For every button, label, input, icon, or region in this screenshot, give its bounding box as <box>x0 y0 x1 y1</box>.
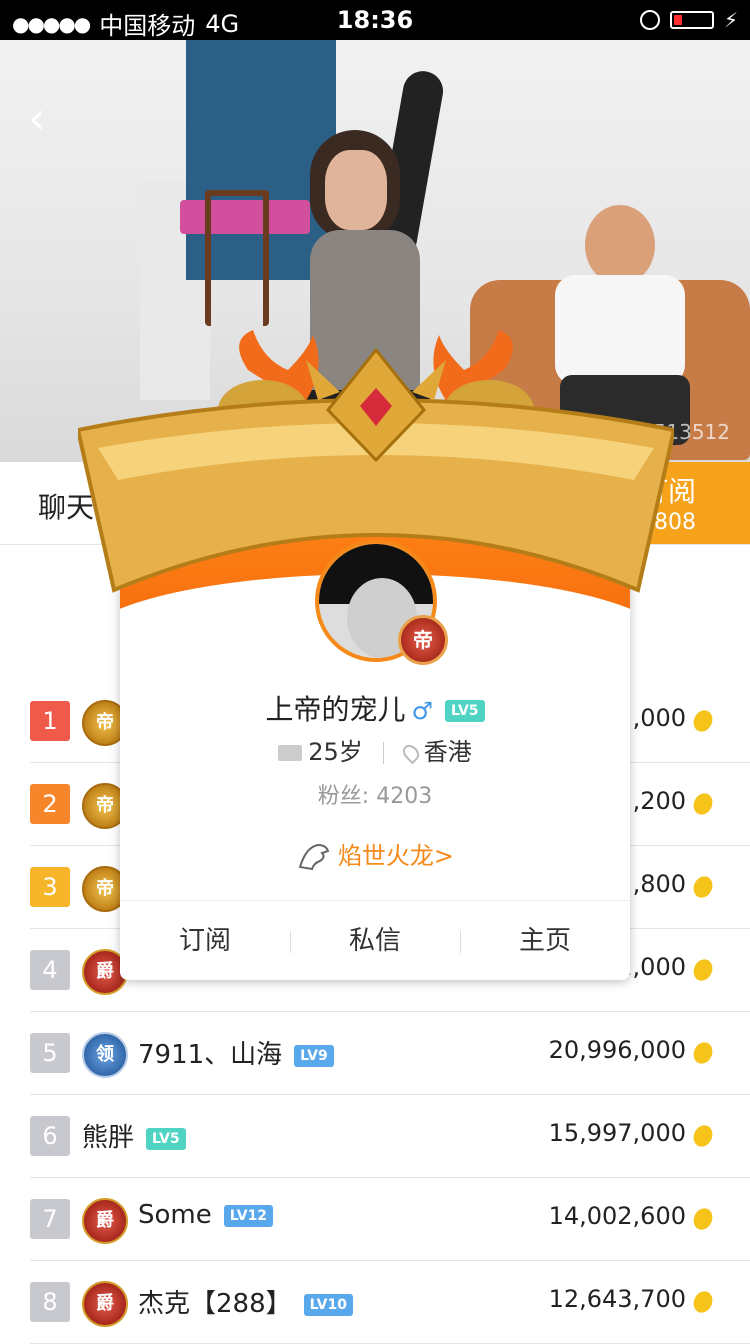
profile-card-frame: 帝 <box>78 330 674 980</box>
rank-score: 12,643,700 <box>548 1285 686 1313</box>
coin-icon <box>690 790 716 818</box>
rank-level-badge: LV10 <box>303 1293 353 1316</box>
dragon-icon <box>298 843 330 871</box>
profile-username: 上帝的宠儿 <box>265 693 406 726</box>
video-scene-chair <box>205 190 269 326</box>
rank-level-badge: LV5 <box>146 1127 186 1150</box>
rank-username-row: 杰克【288】 LV10 <box>138 1283 353 1320</box>
rank-number: 1 <box>30 701 70 741</box>
avatar-rank-badge: 帝 <box>398 615 448 665</box>
rank-number: 7 <box>30 1199 70 1239</box>
profile-fans: 粉丝: 4203 <box>317 784 433 809</box>
rank-score: 15,997,000 <box>548 1119 686 1147</box>
profile-info-row: 25岁 香港 <box>120 732 630 767</box>
rank-number: 5 <box>30 1033 70 1073</box>
age-icon <box>278 745 303 761</box>
rank-username: 杰克【288】 <box>138 1289 292 1319</box>
ranking-row[interactable]: 7 爵 Some LV12 14,002,600 <box>30 1178 750 1261</box>
male-icon: ♂ <box>411 697 433 725</box>
rotation-lock-icon <box>639 10 660 30</box>
action-subscribe-button[interactable]: 订阅 <box>120 901 290 981</box>
coin-icon <box>690 956 716 984</box>
rank-level-badge: LV12 <box>223 1204 274 1227</box>
rank-number: 4 <box>30 950 70 990</box>
rank-number: 8 <box>30 1282 70 1322</box>
profile-name-row: 上帝的宠儿 ♂ LV5 <box>120 688 630 728</box>
rank-badge-icon: 爵 <box>82 1198 128 1244</box>
rank-username: Some <box>138 1200 212 1230</box>
rank-level-badge: LV9 <box>294 1044 334 1067</box>
action-message-button[interactable]: 私信 <box>290 901 460 981</box>
coin-icon <box>690 1205 716 1233</box>
location-icon <box>399 741 423 765</box>
rank-badge-icon: 爵 <box>82 1281 128 1327</box>
status-right: ⚡ <box>639 8 738 32</box>
coin-icon <box>690 707 716 735</box>
rank-username: 熊胖 <box>82 1123 135 1153</box>
profile-actions: 订阅 私信 主页 <box>120 900 630 981</box>
profile-title-link[interactable]: 焰世火龙> <box>120 836 630 873</box>
profile-title: 焰世火龙> <box>337 842 455 870</box>
rank-number: 3 <box>30 867 70 907</box>
rank-username-row: 熊胖 LV5 <box>82 1117 186 1154</box>
rank-score: 20,996,000 <box>548 1036 686 1064</box>
rank-username: 7911、山海 <box>138 1040 283 1070</box>
coin-icon <box>690 1288 716 1316</box>
back-icon[interactable]: ‹ <box>28 97 58 141</box>
coin-icon <box>690 873 716 901</box>
rank-username-row: 7911、山海 LV9 <box>138 1034 334 1071</box>
ranking-row[interactable]: 8 爵杰克【288】 LV10 12,643,700 <box>30 1261 750 1344</box>
profile-location: 香港 <box>423 738 472 766</box>
clock: 18:36 <box>336 6 414 34</box>
ranking-row[interactable]: 6 熊胖 LV5 15,997,000 <box>30 1095 750 1178</box>
rank-score: 14,002,600 <box>548 1202 686 1230</box>
rank-badge-icon: 领 <box>82 1032 128 1078</box>
rank-number: 2 <box>30 784 70 824</box>
ranking-row[interactable]: 5 领 7911、山海 LV9 20,996,000 <box>30 1012 750 1095</box>
rank-username-row: Some LV12 <box>138 1200 274 1230</box>
profile-level-badge: LV5 <box>444 700 485 722</box>
coin-icon <box>690 1122 716 1150</box>
status-bar: ●●●●● 中国移动 4G 18:36 ⚡ <box>0 0 750 40</box>
info-divider <box>382 742 384 764</box>
battery-icon <box>669 11 714 29</box>
action-homepage-button[interactable]: 主页 <box>460 901 630 981</box>
profile-age: 25岁 <box>308 738 363 766</box>
rank-number: 6 <box>30 1116 70 1156</box>
coin-icon <box>690 1039 716 1067</box>
charging-icon: ⚡ <box>723 8 738 32</box>
